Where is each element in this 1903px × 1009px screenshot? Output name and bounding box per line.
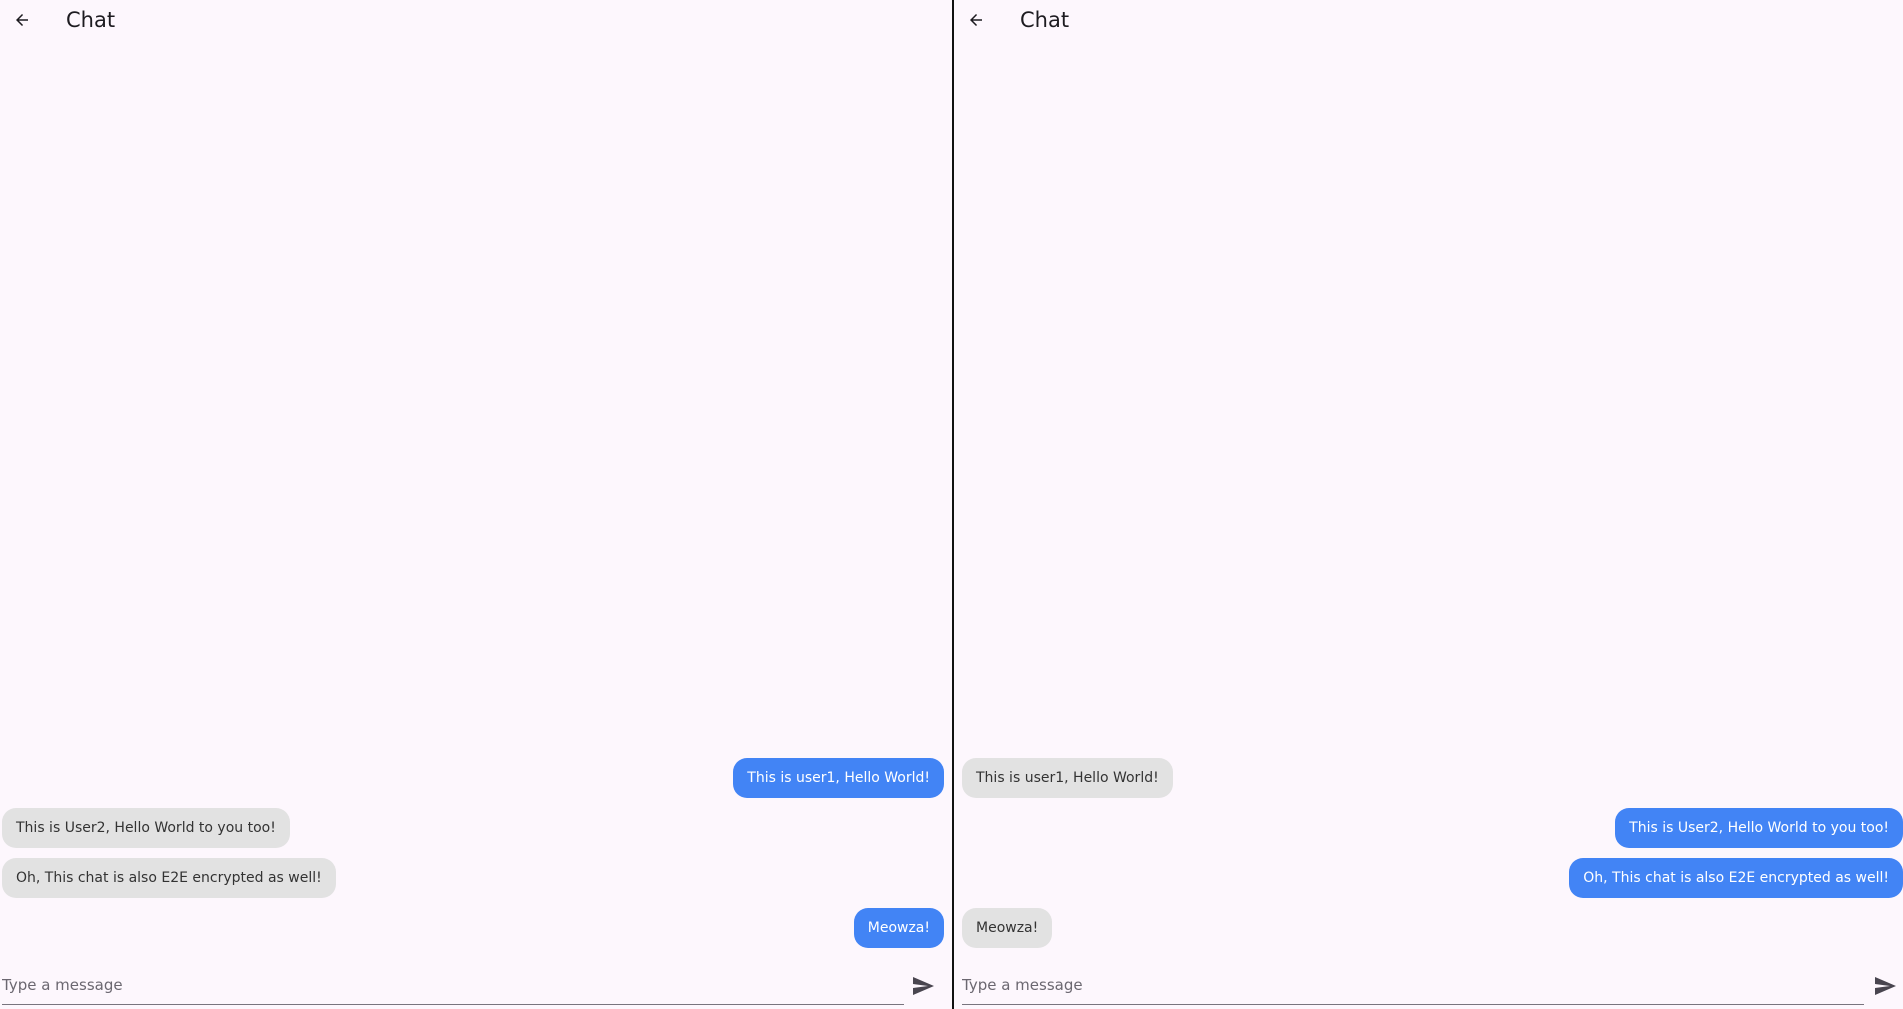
message-bubble: This is user1, Hello World! bbox=[733, 758, 944, 798]
back-button[interactable] bbox=[962, 6, 990, 34]
message-row: This is User2, Hello World to you too! bbox=[954, 808, 1903, 858]
page-title: Chat bbox=[1020, 8, 1070, 32]
send-button[interactable] bbox=[910, 973, 936, 999]
app-root: Chat This is user1, Hello World! This is… bbox=[0, 0, 1903, 1009]
message-list: This is user1, Hello World! This is User… bbox=[954, 758, 1903, 958]
message-bubble: This is user1, Hello World! bbox=[962, 758, 1173, 798]
message-row: Meowza! bbox=[0, 908, 952, 958]
message-composer bbox=[954, 965, 1903, 1009]
message-row: This is User2, Hello World to you too! bbox=[0, 808, 952, 858]
message-row: Meowza! bbox=[954, 908, 1903, 958]
message-input[interactable] bbox=[962, 965, 1864, 1005]
message-bubble: This is User2, Hello World to you too! bbox=[2, 808, 290, 848]
page-title: Chat bbox=[66, 8, 116, 32]
message-bubble: Meowza! bbox=[853, 908, 944, 948]
message-row: Oh, This chat is also E2E encrypted as w… bbox=[0, 858, 952, 908]
message-bubble: Meowza! bbox=[962, 908, 1053, 948]
app-bar: Chat bbox=[954, 0, 1903, 40]
message-list: This is user1, Hello World! This is User… bbox=[0, 758, 952, 958]
app-bar: Chat bbox=[0, 0, 952, 40]
arrow-left-icon bbox=[16, 14, 28, 26]
send-icon bbox=[913, 977, 934, 995]
message-input[interactable] bbox=[2, 965, 904, 1005]
message-bubble: Oh, This chat is also E2E encrypted as w… bbox=[2, 858, 336, 898]
send-icon bbox=[1875, 977, 1896, 995]
message-row: This is user1, Hello World! bbox=[0, 758, 952, 808]
message-row: This is user1, Hello World! bbox=[954, 758, 1903, 808]
back-button[interactable] bbox=[8, 6, 36, 34]
arrow-left-icon bbox=[970, 14, 982, 26]
send-button[interactable] bbox=[1872, 973, 1898, 999]
chat-pane-user1: Chat This is user1, Hello World! This is… bbox=[0, 0, 952, 1009]
message-bubble: This is User2, Hello World to you too! bbox=[1615, 808, 1903, 848]
chat-pane-user2: Chat This is user1, Hello World! This is… bbox=[954, 0, 1903, 1009]
message-row: Oh, This chat is also E2E encrypted as w… bbox=[954, 858, 1903, 908]
message-bubble: Oh, This chat is also E2E encrypted as w… bbox=[1569, 858, 1903, 898]
message-composer bbox=[0, 965, 952, 1009]
